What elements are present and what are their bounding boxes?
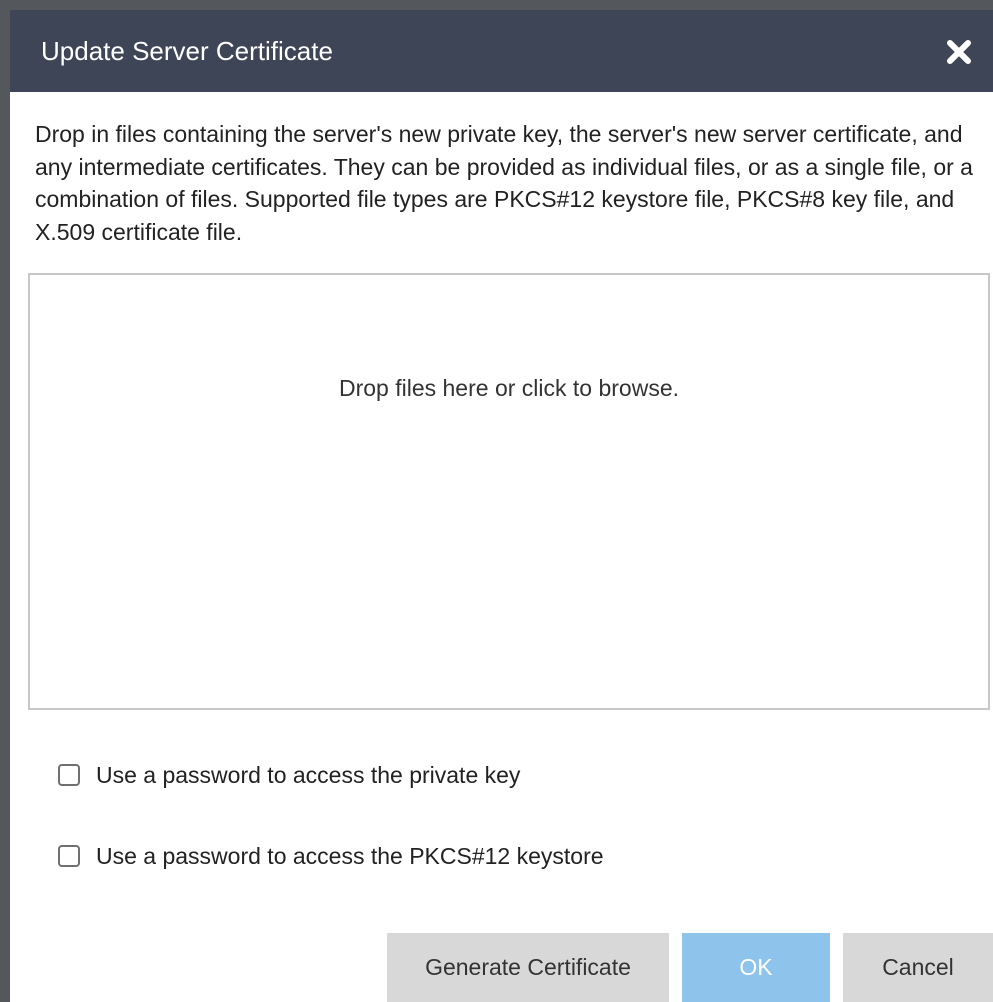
generate-certificate-button[interactable]: Generate Certificate [387, 933, 669, 1002]
ok-button[interactable]: OK [682, 933, 830, 1002]
dialog-titlebar: Update Server Certificate [10, 10, 993, 92]
close-x-icon [947, 40, 971, 64]
private-key-password-label[interactable]: Use a password to access the private key [96, 760, 520, 790]
dialog-description: Drop in files containing the server's ne… [35, 121, 973, 245]
cancel-button[interactable]: Cancel [843, 933, 993, 1002]
dialog-title: Update Server Certificate [41, 36, 333, 66]
keystore-password-label[interactable]: Use a password to access the PKCS#12 key… [96, 841, 604, 871]
keystore-password-option: Use a password to access the PKCS#12 key… [58, 841, 604, 871]
keystore-password-checkbox[interactable] [58, 845, 80, 867]
dropzone-text: Drop files here or click to browse. [338, 375, 679, 401]
private-key-password-option: Use a password to access the private key [58, 760, 520, 790]
update-server-certificate-dialog: Update Server Certificate Drop in files … [0, 0, 993, 1002]
file-dropzone[interactable]: Drop files here or click to browse. [28, 273, 990, 710]
close-button[interactable] [946, 39, 972, 65]
private-key-password-checkbox[interactable] [58, 764, 80, 786]
